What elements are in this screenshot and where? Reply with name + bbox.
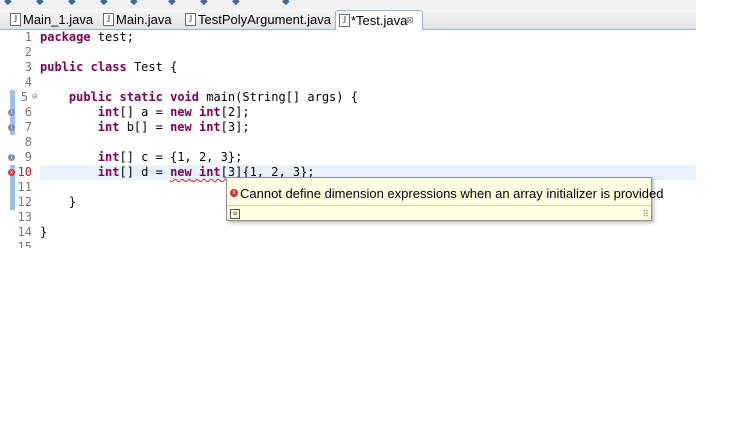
java-file-icon: J bbox=[10, 13, 21, 26]
java-file-icon: J bbox=[185, 13, 196, 26]
line-number: 13 bbox=[17, 210, 32, 224]
tab-label: TestPolyArgument.java bbox=[198, 12, 331, 27]
tab-main-java[interactable]: J Main.java bbox=[103, 10, 179, 29]
keyword: package bbox=[40, 30, 91, 44]
resize-grip-icon[interactable]: ⠿ bbox=[642, 211, 649, 220]
line-number: 11 bbox=[17, 180, 32, 194]
toolbar-icon[interactable]: ◆ bbox=[4, 0, 12, 8]
code-line: int[] c = {1, 2, 3}; bbox=[40, 150, 696, 165]
toolbar-icon[interactable]: ◆ bbox=[282, 0, 290, 8]
code-line: public static void main(String[] args) { bbox=[40, 90, 696, 105]
tab-testpolyargument-java[interactable]: J TestPolyArgument.java bbox=[185, 10, 331, 29]
code-text: Test { bbox=[126, 60, 178, 74]
keyword: int bbox=[97, 120, 120, 134]
keyword: class bbox=[90, 60, 127, 74]
code-line: public class Test { bbox=[40, 60, 696, 75]
java-file-icon: J bbox=[339, 14, 350, 27]
keyword: int bbox=[198, 165, 221, 179]
keyword: new bbox=[170, 120, 192, 134]
toolbar-icon[interactable]: ◆ bbox=[130, 0, 138, 8]
keyword: void bbox=[170, 90, 199, 104]
toolbar-icon[interactable]: ◆ bbox=[168, 0, 176, 8]
code-text: } bbox=[68, 195, 77, 209]
line-number: 4 bbox=[24, 75, 32, 89]
code-text: } bbox=[40, 225, 48, 239]
toolbar-icon[interactable]: ◆ bbox=[200, 0, 208, 8]
keyword: new bbox=[170, 165, 192, 179]
line-number: 8 bbox=[24, 135, 32, 149]
tab-label: *Test.java bbox=[351, 13, 408, 28]
toolbar-icon[interactable]: ◆ bbox=[100, 0, 108, 8]
code-text: b[] = bbox=[119, 120, 171, 134]
code-line: int[] a = new int[2]; bbox=[40, 105, 696, 120]
toolbar-icon[interactable]: ◆ bbox=[68, 0, 76, 8]
code-text: [2]; bbox=[220, 105, 250, 119]
keyword: public bbox=[40, 60, 84, 74]
tab-test-java[interactable]: J *Test.java ⊠ bbox=[335, 10, 423, 30]
quick-fix-icon[interactable]: ≡ bbox=[230, 209, 240, 219]
line-number: 2 bbox=[24, 45, 32, 59]
keyword: static bbox=[119, 90, 163, 104]
line-number: 5 bbox=[20, 90, 28, 104]
tab-label: Main_1.java bbox=[23, 12, 94, 27]
editor-tab-bar: J Main_1.java J Main.java J TestPolyArgu… bbox=[0, 9, 696, 30]
keyword: int bbox=[97, 165, 120, 179]
code-text: [] d = bbox=[119, 165, 171, 179]
keyword: int bbox=[97, 150, 120, 164]
line-number: 6 bbox=[24, 105, 32, 119]
error-message: Cannot define dimension expressions when… bbox=[240, 186, 664, 201]
keyword: new bbox=[170, 105, 192, 119]
keyword: int bbox=[97, 105, 120, 119]
line-number: 14 bbox=[17, 225, 32, 239]
java-file-icon: J bbox=[103, 13, 114, 26]
line-number: 3 bbox=[24, 60, 32, 74]
line-number: 15 bbox=[17, 240, 32, 248]
line-number: 9 bbox=[24, 150, 32, 164]
error-icon: x bbox=[230, 189, 238, 197]
code-text: test; bbox=[90, 30, 134, 44]
tab-main-1-java[interactable]: J Main_1.java bbox=[10, 10, 98, 29]
tooltip-footer: ≡ ⠿ bbox=[227, 205, 651, 221]
error-hover-tooltip[interactable]: x Cannot define dimension expressions wh… bbox=[226, 177, 663, 221]
fold-collapse-icon[interactable]: ⊖ bbox=[32, 90, 37, 105]
keyword: int bbox=[198, 120, 221, 134]
tab-label: Main.java bbox=[116, 12, 172, 27]
code-text: [3]; bbox=[220, 120, 250, 134]
toolbar-icon[interactable]: ◆ bbox=[232, 0, 240, 8]
code-line: package test; bbox=[40, 30, 696, 45]
line-number: 10 bbox=[17, 165, 32, 179]
vertical-ruler: i i i x 1 2 3 4 5 ⊖ 6 7 8 9 10 11 12 13 … bbox=[0, 30, 37, 248]
line-number: 12 bbox=[17, 195, 32, 209]
code-line: } bbox=[40, 225, 696, 240]
line-number: 1 bbox=[24, 30, 32, 44]
code-text: [] a = bbox=[119, 105, 171, 119]
keyword: public bbox=[68, 90, 113, 104]
toolbar-icon[interactable]: ◆ bbox=[36, 0, 44, 8]
code-line: int b[] = new int[3]; bbox=[40, 120, 696, 135]
keyword: int bbox=[198, 105, 221, 119]
line-number: 7 bbox=[24, 120, 32, 134]
code-text: [] c = {1, 2, 3}; bbox=[119, 150, 243, 164]
close-icon[interactable]: ⊠ bbox=[406, 11, 414, 30]
code-text: main(String[] args) { bbox=[199, 90, 358, 104]
